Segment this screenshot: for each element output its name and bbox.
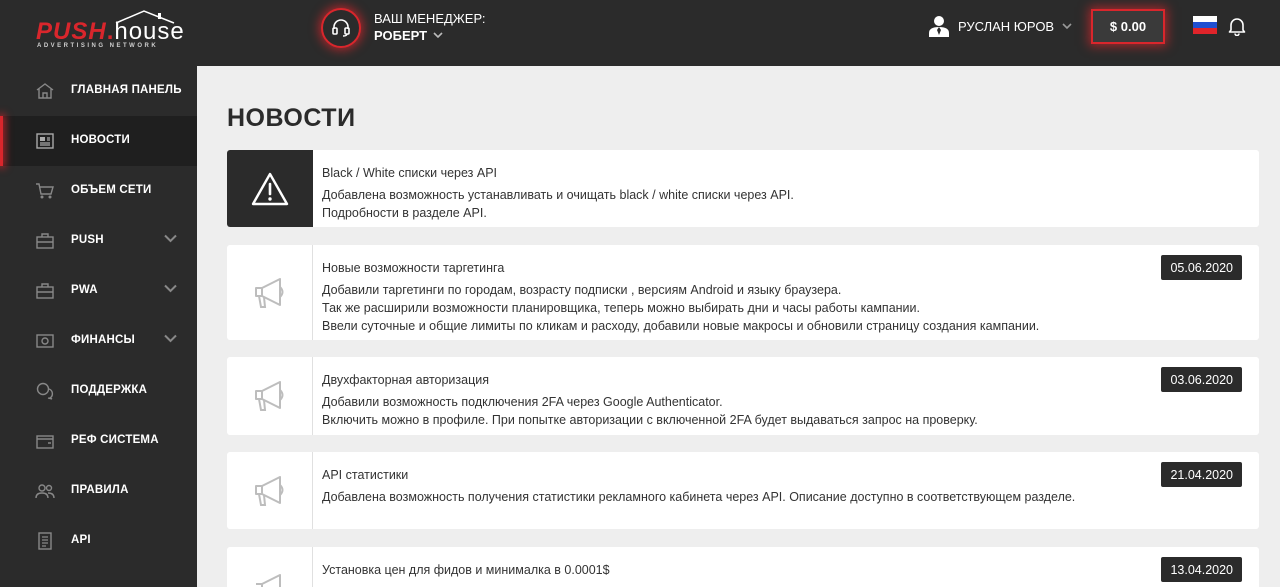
sidebar-item-news[interactable]: НОВОСТИ xyxy=(0,116,197,166)
chevron-down-icon xyxy=(164,334,177,343)
sidebar: ГЛАВНАЯ ПАНЕЛЬ НОВОСТИ ОБЪЕМ СЕТИ PUSH P… xyxy=(0,66,197,587)
document-icon xyxy=(38,532,52,550)
language-flag-icon[interactable] xyxy=(1193,16,1217,34)
top-header: PUSH.house ADVERTISING NETWORK ВАШ МЕНЕД… xyxy=(0,0,1280,66)
news-icon xyxy=(36,133,54,149)
sidebar-item-label: ПРАВИЛА xyxy=(71,484,129,496)
sidebar-item-label: ПОДДЕРЖКА xyxy=(71,384,148,396)
users-icon xyxy=(35,484,55,499)
sidebar-item-push[interactable]: PUSH xyxy=(0,216,197,266)
megaphone-icon xyxy=(254,475,283,506)
sidebar-item-label: PUSH xyxy=(71,234,104,246)
chat-icon xyxy=(36,382,54,400)
news-card[interactable]: Новые возможности таргетинга 05.06.2020 … xyxy=(227,245,1259,340)
news-line: Добавлена возможность устанавливать и оч… xyxy=(322,188,794,202)
briefcase-icon xyxy=(36,283,54,299)
sidebar-item-support[interactable]: ПОДДЕРЖКА xyxy=(0,366,197,416)
news-line: Ввели суточные и общие лимиты по кликам … xyxy=(322,319,1040,333)
page-title: НОВОСТИ xyxy=(227,104,356,132)
news-body: Добавили возможность подключения 2FA чер… xyxy=(322,393,978,429)
bell-icon[interactable] xyxy=(1228,16,1246,36)
logo[interactable]: PUSH.house ADVERTISING NETWORK xyxy=(36,10,186,52)
news-card[interactable]: Black / White списки через API Добавлена… xyxy=(227,150,1259,227)
sidebar-item-referral[interactable]: РЕФ СИСТЕМА xyxy=(0,416,197,466)
news-line: Добавили таргетинги по городам, возрасту… xyxy=(322,283,842,297)
news-date-badge: 05.06.2020 xyxy=(1161,255,1242,280)
news-title: Новые возможности таргетинга xyxy=(322,261,505,275)
warning-icon xyxy=(251,172,289,205)
card-icon-box xyxy=(227,150,313,227)
news-title: Двухфакторная авторизация xyxy=(322,373,490,387)
manager-name: РОБЕРТ xyxy=(374,28,428,43)
user-icon xyxy=(929,16,949,37)
sidebar-item-network-volume[interactable]: ОБЪЕМ СЕТИ xyxy=(0,166,197,216)
sidebar-item-api[interactable]: API xyxy=(0,516,197,566)
manager-dropdown[interactable]: РОБЕРТ xyxy=(374,28,443,43)
sidebar-item-label: НОВОСТИ xyxy=(71,134,130,146)
balance-button[interactable]: $ 0.00 xyxy=(1091,9,1165,44)
home-icon xyxy=(36,83,54,99)
card-icon-box xyxy=(227,357,313,435)
user-name: РУСЛАН ЮРОВ xyxy=(958,18,1055,34)
sidebar-item-label: PWA xyxy=(71,284,98,296)
sidebar-item-label: API xyxy=(71,534,91,546)
chevron-down-icon xyxy=(433,32,443,39)
megaphone-icon xyxy=(255,574,281,587)
news-line: Добавлена возможность получения статисти… xyxy=(322,490,1076,504)
sidebar-item-dashboard[interactable]: ГЛАВНАЯ ПАНЕЛЬ xyxy=(0,66,197,116)
manager-headset-icon[interactable] xyxy=(321,8,361,48)
news-card[interactable]: Установка цен для фидов и минималка в 0.… xyxy=(227,547,1259,587)
news-line: Так же расширили возможности планировщик… xyxy=(322,301,920,315)
sidebar-item-label: ФИНАНСЫ xyxy=(71,334,135,346)
news-body: Добавили таргетинги по городам, возрасту… xyxy=(322,281,1039,335)
news-title: API статистики xyxy=(322,468,409,482)
megaphone-icon xyxy=(254,381,283,411)
news-date-badge: 03.06.2020 xyxy=(1161,367,1242,392)
card-icon-box xyxy=(227,245,313,340)
megaphone-icon xyxy=(254,277,283,308)
card-icon-box xyxy=(227,547,313,587)
logo-roof-icon xyxy=(115,10,175,24)
sidebar-item-label: ОБЪЕМ СЕТИ xyxy=(71,184,152,196)
sidebar-item-pwa[interactable]: PWA xyxy=(0,266,197,316)
sidebar-item-label: РЕФ СИСТЕМА xyxy=(71,434,159,446)
news-line: Добавили возможность подключения 2FA чер… xyxy=(322,395,723,409)
news-title: Установка цен для фидов и минималка в 0.… xyxy=(322,563,610,577)
briefcase-icon xyxy=(36,233,54,249)
news-line: Подробности в разделе API. xyxy=(322,206,487,220)
news-body: Добавлена возможность получения статисти… xyxy=(322,488,1075,506)
cart-icon xyxy=(36,183,54,199)
manager-label: ВАШ МЕНЕДЖЕР: xyxy=(374,11,486,26)
logo-subtitle: ADVERTISING NETWORK xyxy=(37,43,159,49)
news-date-badge: 21.04.2020 xyxy=(1161,462,1242,487)
news-line: Включить можно в профиле. При попытке ав… xyxy=(322,413,978,427)
chevron-down-icon xyxy=(164,234,177,243)
news-body: Добавлена возможность устанавливать и оч… xyxy=(322,186,794,222)
logo-push: PUSH xyxy=(36,18,107,45)
sidebar-item-label: ГЛАВНАЯ ПАНЕЛЬ xyxy=(71,84,182,96)
sidebar-item-finance[interactable]: ФИНАНСЫ xyxy=(0,316,197,366)
money-icon xyxy=(36,334,54,348)
chevron-down-icon xyxy=(164,284,177,293)
news-date-badge: 13.04.2020 xyxy=(1161,557,1242,582)
news-card[interactable]: Двухфакторная авторизация 03.06.2020 Доб… xyxy=(227,357,1259,435)
card-icon-box xyxy=(227,452,313,529)
wallet-icon xyxy=(36,435,54,449)
chevron-down-icon xyxy=(1062,22,1072,29)
news-card[interactable]: API статистики 21.04.2020 Добавлена возм… xyxy=(227,452,1259,529)
user-menu[interactable]: РУСЛАН ЮРОВ xyxy=(928,14,1072,38)
news-title: Black / White списки через API xyxy=(322,166,498,180)
sidebar-item-rules[interactable]: ПРАВИЛА xyxy=(0,466,197,516)
